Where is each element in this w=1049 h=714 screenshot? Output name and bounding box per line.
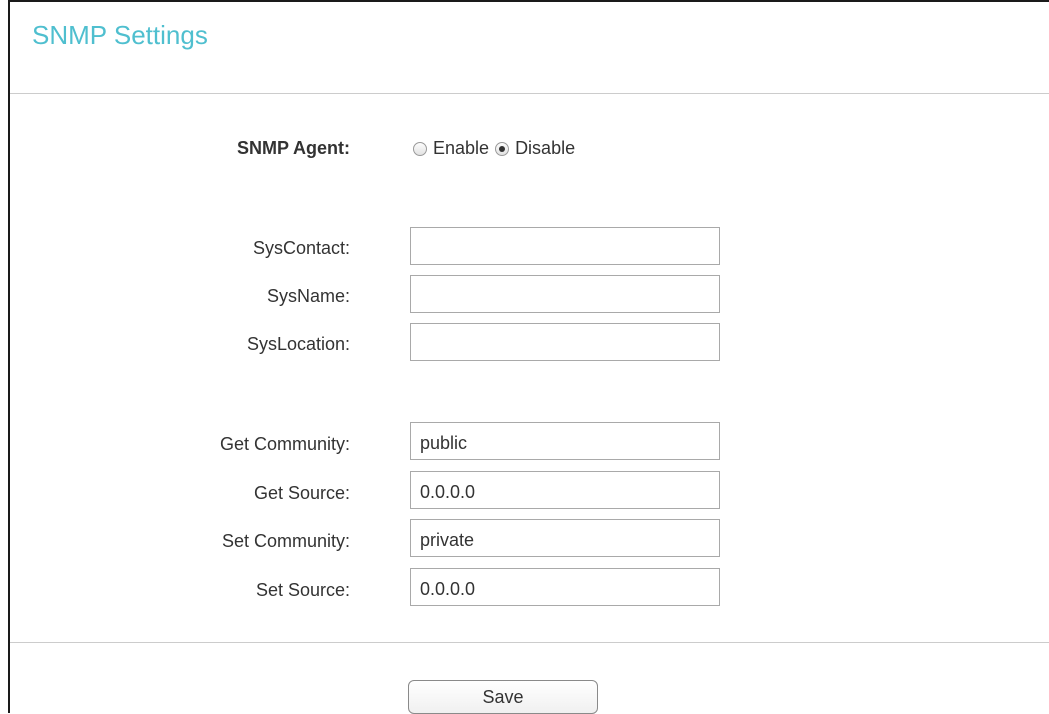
snmp-agent-label: SNMP Agent: xyxy=(236,138,350,158)
get-community-input[interactable] xyxy=(410,422,720,460)
save-button[interactable]: Save xyxy=(408,680,598,714)
syscontact-input[interactable] xyxy=(410,227,720,265)
set-source-label: Set Source: xyxy=(255,580,350,600)
get-source-input[interactable] xyxy=(410,471,720,509)
footer-divider xyxy=(10,642,1049,643)
page-title: SNMP Settings xyxy=(32,20,208,50)
sysname-label: SysName: xyxy=(266,286,350,306)
set-community-input[interactable] xyxy=(410,519,720,557)
set-source-input[interactable] xyxy=(410,568,720,606)
syslocation-label: SysLocation: xyxy=(246,334,350,354)
get-source-label: Get Source: xyxy=(253,483,350,503)
get-community-label: Get Community: xyxy=(219,434,350,454)
syscontact-label: SysContact: xyxy=(252,238,350,258)
enable-radio-label[interactable]: Enable xyxy=(433,138,489,159)
disable-radio[interactable] xyxy=(495,141,510,156)
snmp-agent-radio-group: Enable Disable xyxy=(413,138,581,159)
enable-radio[interactable] xyxy=(413,141,427,156)
title-divider xyxy=(10,93,1049,94)
syslocation-input[interactable] xyxy=(410,323,720,361)
sysname-input[interactable] xyxy=(410,275,720,313)
settings-panel: SNMP Settings SNMP Agent: Enable Disable… xyxy=(8,0,1049,714)
set-community-label: Set Community: xyxy=(221,531,350,551)
disable-radio-label[interactable]: Disable xyxy=(515,138,575,159)
